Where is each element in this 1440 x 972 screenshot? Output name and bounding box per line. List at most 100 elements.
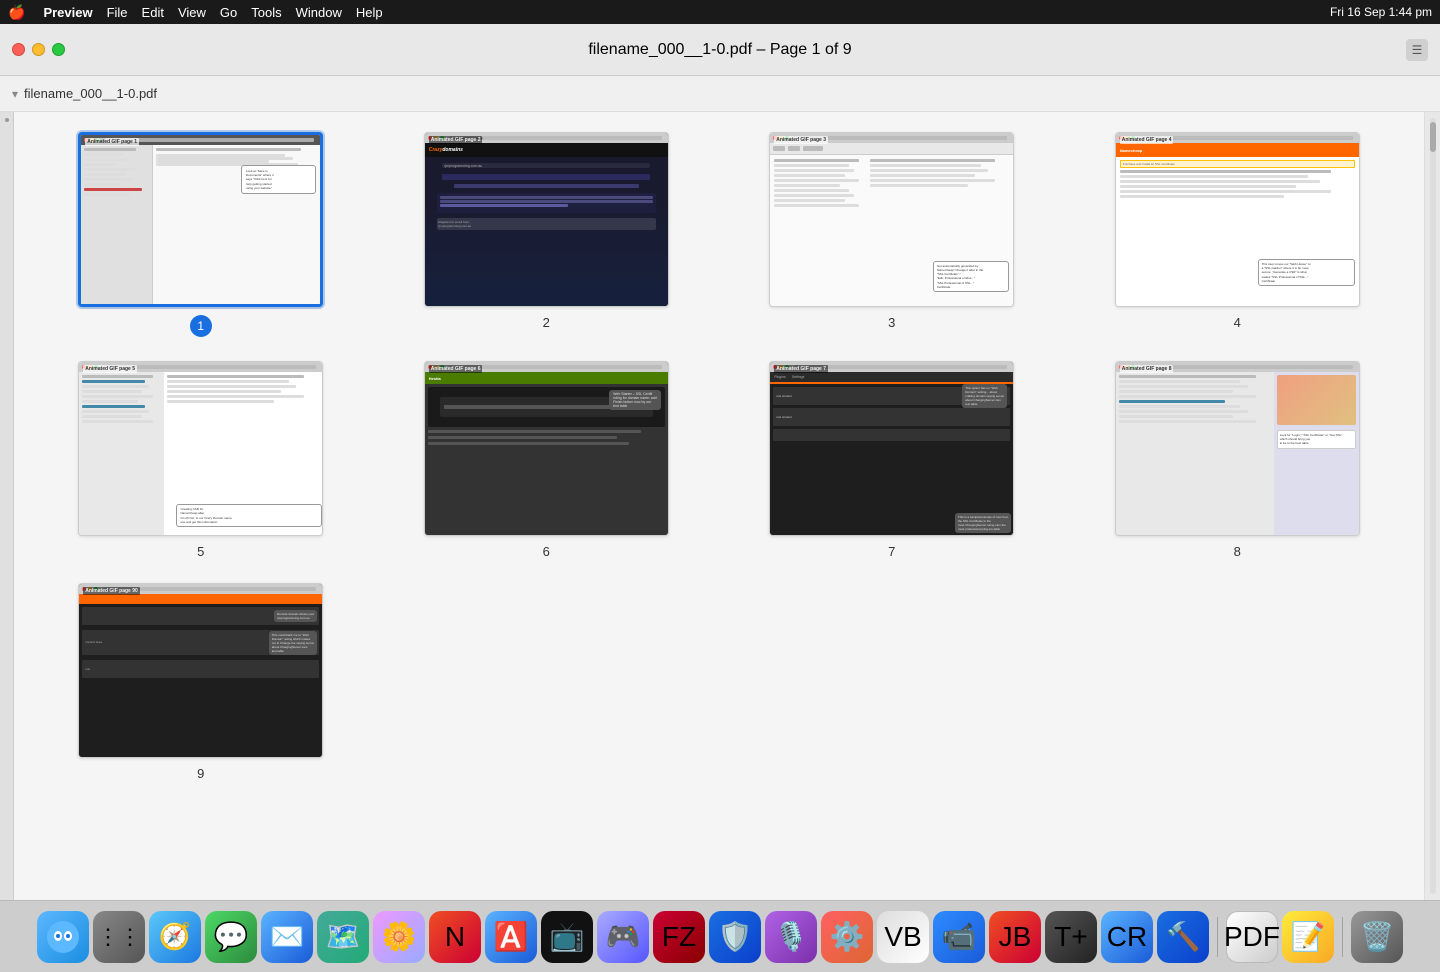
dock-bitwarden-icon[interactable]: 🛡️: [709, 911, 761, 963]
titlebar-right: ☰: [1406, 39, 1428, 61]
scrollbar-track[interactable]: [1430, 118, 1436, 894]
page-cell-6[interactable]: Animated GIF page 6 Hestia Web Starter –…: [384, 361, 710, 559]
minimize-button[interactable]: [32, 43, 45, 56]
dock-appstore-icon[interactable]: 🅰️: [485, 911, 537, 963]
thumb-text-9: content area: [85, 640, 102, 644]
page-cell-7[interactable]: Animated GIF page 7 Plugins Settings row…: [729, 361, 1055, 559]
dock-arcade-icon[interactable]: 🎮: [597, 911, 649, 963]
sidebar-dot: [5, 118, 9, 122]
page-number-8[interactable]: 8: [1234, 544, 1241, 559]
dock-tv-icon[interactable]: 📺: [541, 911, 593, 963]
thumb-tab-7: Plugins: [774, 375, 785, 379]
thumb-speech-7b: This is a sample/example of now fromthe …: [955, 513, 1011, 533]
thumb-nav-9: [79, 594, 322, 604]
thumb-content-3: Got automatically generated byNameCheap!…: [770, 155, 1013, 306]
page-number-5[interactable]: 5: [197, 544, 204, 559]
dock-tableplus-icon[interactable]: T+: [1045, 911, 1097, 963]
window-title: filename_000__1-0.pdf – Page 1 of 9: [588, 41, 851, 59]
thumb-note-8: Look for "Login," "SSL Certificate" or "…: [1277, 430, 1356, 449]
page-number-9[interactable]: 9: [197, 766, 204, 781]
page-number-6[interactable]: 6: [543, 544, 550, 559]
thumb-nav-text-6: Hestia: [429, 376, 441, 381]
thumb-right-8: Look for "Login," "SSL Certificate" or "…: [1274, 372, 1359, 535]
maximize-button[interactable]: [52, 43, 65, 56]
thumb-speech-4: This step moves our "Web House" toa "SSL…: [1258, 259, 1355, 286]
nav-arrow-icon[interactable]: ▾: [12, 87, 18, 101]
dock-zoom-icon[interactable]: 📹: [933, 911, 985, 963]
right-sidebar: [1424, 112, 1440, 900]
dock-news-icon[interactable]: N: [429, 911, 481, 963]
thumbnail-frame-4[interactable]: Animated GIF page 4 Namecheap Purchase a…: [1115, 132, 1360, 307]
thumb-toolbar-3: [770, 143, 1013, 155]
thumb-yellow-4: Purchase and Install an SSL Certificate: [1120, 160, 1355, 168]
dock-coderunner-icon[interactable]: CR: [1101, 911, 1153, 963]
dock-sysprefs-icon[interactable]: ⚙️: [821, 911, 873, 963]
menubar-file[interactable]: File: [107, 5, 128, 20]
dock-maps-icon[interactable]: 🗺️: [317, 911, 369, 963]
dock-trash-icon[interactable]: 🗑️: [1351, 911, 1403, 963]
page-cell-3[interactable]: Animated GIF page 3: [729, 132, 1055, 337]
dock-notes-icon[interactable]: 📝: [1282, 911, 1334, 963]
menubar-right: Fri 16 Sep 1:44 pm: [1330, 5, 1432, 19]
page-number-7[interactable]: 7: [888, 544, 895, 559]
apple-menu[interactable]: 🍎: [8, 4, 25, 21]
page-number-2[interactable]: 2: [543, 315, 550, 330]
dock-finder-icon[interactable]: [37, 911, 89, 963]
menubar-view[interactable]: View: [178, 5, 206, 20]
thumb-title-4: Animated GIF page 4: [1120, 136, 1174, 144]
thumbnail-frame-8[interactable]: Animated GIF page 8: [1115, 361, 1360, 536]
page-cell-5[interactable]: Animated GIF page 5: [38, 361, 364, 559]
page-number-3[interactable]: 3: [888, 315, 895, 330]
thumb-form-2: [437, 193, 656, 213]
dock-preview-icon[interactable]: PDF: [1226, 911, 1278, 963]
thumbnail-content-6: Animated GIF page 6 Hestia Web Starter –…: [425, 362, 668, 535]
sidebar-toggle-button[interactable]: ☰: [1406, 39, 1428, 61]
thumb-main: Look at "Save toDocuments" where itsays …: [153, 145, 320, 304]
menubar-window[interactable]: Window: [296, 5, 342, 20]
thumbnail-frame-6[interactable]: Animated GIF page 6 Hestia Web Starter –…: [424, 361, 669, 536]
thumb-right-3: Got automatically generated byNameCheap!…: [870, 159, 1009, 302]
dock-mail-icon[interactable]: ✉️: [261, 911, 313, 963]
page-number-1[interactable]: 1: [190, 315, 212, 337]
menubar-left: 🍎 Preview File Edit View Go Tools Window…: [8, 4, 383, 21]
menubar-help[interactable]: Help: [356, 5, 383, 20]
page-cell-8[interactable]: Animated GIF page 8: [1075, 361, 1401, 559]
dock-separator: [1217, 917, 1218, 957]
thumb-row-7a: row content This option has no "WebDomai…: [773, 387, 1010, 405]
menubar-app-name[interactable]: Preview: [43, 5, 92, 20]
thumbnail-frame-7[interactable]: Animated GIF page 7 Plugins Settings row…: [769, 361, 1014, 536]
thumb-bubble-9a: Remote domain shows yourrjmprogramming.c…: [274, 610, 317, 622]
thumb-header-7: Plugins Settings: [770, 372, 1013, 384]
dock-safari-icon[interactable]: 🧭: [149, 911, 201, 963]
dock-filezilla-icon[interactable]: FZ: [653, 911, 705, 963]
page-cell-9[interactable]: Animated GIF page 90 Remote domain shows…: [38, 583, 364, 781]
thumb-title-5: Animated GIF page 5: [83, 365, 137, 373]
page-cell-4[interactable]: Animated GIF page 4 Namecheap Purchase a…: [1075, 132, 1401, 337]
thumbnail-frame-2[interactable]: rjmprogramming.com.au Animated GIF page …: [424, 132, 669, 307]
thumbnail-frame-3[interactable]: Animated GIF page 3: [769, 132, 1014, 307]
dock-launchpad-icon[interactable]: ⋮⋮: [93, 911, 145, 963]
dock-podcasts-icon[interactable]: 🎙️: [765, 911, 817, 963]
page-cell-1[interactable]: Animated GIF page 1: [38, 132, 364, 337]
dock-virtualbox-icon[interactable]: VB: [877, 911, 929, 963]
thumbnail-content-7: Animated GIF page 7 Plugins Settings row…: [770, 362, 1013, 535]
close-button[interactable]: [12, 43, 25, 56]
page-cell-2[interactable]: rjmprogramming.com.au Animated GIF page …: [384, 132, 710, 337]
dock-photos-icon[interactable]: 🌼: [373, 911, 425, 963]
content-area: Animated GIF page 1: [0, 112, 1440, 900]
thumb-p1-content: Look at "Save toDocuments" where itsays …: [81, 145, 320, 304]
menubar-tools[interactable]: Tools: [251, 5, 281, 20]
thumbnail-frame-5[interactable]: Animated GIF page 5: [78, 361, 323, 536]
menubar-edit[interactable]: Edit: [142, 5, 164, 20]
thumbnail-frame-1[interactable]: Animated GIF page 1: [78, 132, 323, 307]
thumb-caption-2: Register for email from:rjmprogramming.c…: [437, 218, 656, 230]
menubar-go[interactable]: Go: [220, 5, 237, 20]
page-number-4[interactable]: 4: [1234, 315, 1241, 330]
dock-jetbrains-icon[interactable]: JB: [989, 911, 1041, 963]
dock-messages-icon[interactable]: 💬: [205, 911, 257, 963]
dock-xcode-icon[interactable]: 🔨: [1157, 911, 1209, 963]
scrollbar-thumb[interactable]: [1430, 122, 1436, 152]
thumb-content-2: rjmprogramming.com.au Register for email…: [425, 157, 668, 306]
thumbnail-frame-9[interactable]: Animated GIF page 90 Remote domain shows…: [78, 583, 323, 758]
thumb-speech-3: Got automatically generated byNameCheap!…: [933, 261, 1009, 292]
